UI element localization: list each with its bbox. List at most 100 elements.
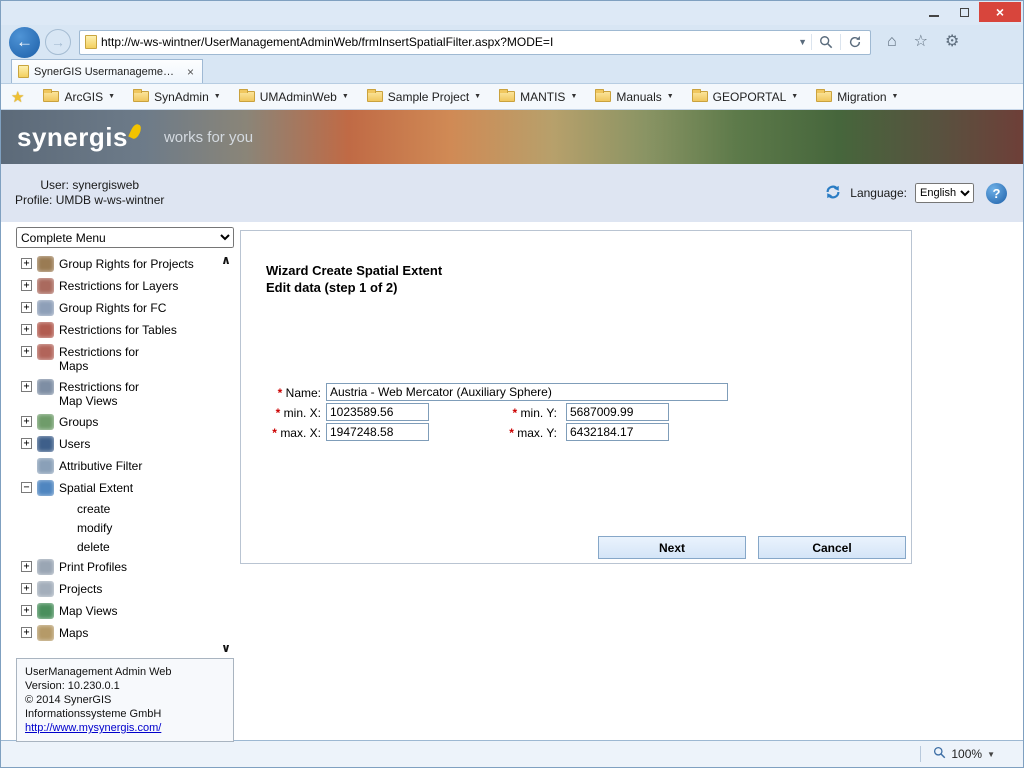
sidebar-tree-item[interactable]: create — [16, 499, 217, 518]
attributive-filter-icon — [37, 458, 54, 474]
favorites-bar-item[interactable]: ArcGIS ▼ — [34, 87, 124, 107]
name-label: * Name: — [278, 386, 321, 400]
favorites-bar-item[interactable]: GEOPORTAL ▼ — [683, 87, 808, 107]
favorites-bar-item[interactable]: SynAdmin ▼ — [124, 87, 230, 107]
tree-scrollbar[interactable]: ∧ ∨ — [218, 253, 234, 655]
sidebar-tree-item[interactable]: modify — [16, 518, 217, 537]
reload-page-icon[interactable] — [824, 183, 842, 204]
expand-icon[interactable] — [21, 346, 32, 357]
name-input[interactable] — [326, 383, 728, 401]
help-button[interactable]: ? — [986, 183, 1007, 204]
minimize-button[interactable] — [919, 2, 949, 22]
favorites-bar-item[interactable]: Sample Project ▼ — [358, 87, 490, 107]
expand-icon[interactable] — [21, 583, 32, 594]
minimize-icon — [929, 15, 939, 17]
favorites-bar-item[interactable]: UMAdminWeb ▼ — [230, 87, 358, 107]
url-input[interactable] — [101, 35, 794, 49]
profile-label: Profile: — [15, 193, 52, 207]
sidebar-item-label: Restrictions for Tables — [59, 322, 177, 337]
sidebar-item-label: Group Rights for FC — [59, 300, 166, 315]
browser-tab[interactable]: SynerGIS Usermanagement ... × — [11, 59, 203, 83]
sidebar-tree-item[interactable]: Print Profiles — [16, 556, 217, 578]
search-icon[interactable] — [816, 35, 836, 49]
max-y-input[interactable] — [566, 423, 669, 441]
forward-button[interactable]: → — [45, 29, 71, 55]
tab-bar: SynerGIS Usermanagement ... × — [1, 59, 1023, 84]
autocomplete-caret-icon[interactable]: ▼ — [798, 37, 807, 47]
menu-mode-select[interactable]: Complete Menu — [16, 227, 234, 248]
expand-icon[interactable] — [21, 381, 32, 392]
sidebar-tree-item[interactable]: Groups — [16, 411, 217, 433]
zoom-control[interactable]: 100% ▼ — [933, 746, 995, 762]
favorites-items: ArcGIS ▼ SynAdmin ▼ UMAdminWeb ▼ Sample … — [34, 87, 907, 107]
expand-icon[interactable] — [21, 438, 32, 449]
min-y-label: * min. Y: — [513, 406, 557, 420]
address-bar[interactable]: ▼ — [79, 30, 871, 55]
sidebar-tree-item[interactable]: Group Rights for FC — [16, 297, 217, 319]
expand-icon[interactable] — [21, 627, 32, 638]
expand-icon[interactable] — [21, 605, 32, 616]
refresh-icon[interactable] — [845, 35, 865, 49]
map-views-icon — [37, 603, 54, 619]
favorites-bar-item[interactable]: MANTIS ▼ — [490, 87, 586, 107]
sidebar-tree-item[interactable]: Users — [16, 433, 217, 455]
next-button[interactable]: Next — [598, 536, 746, 559]
sidebar-tree-item[interactable]: delete — [16, 537, 217, 556]
maximize-button[interactable] — [949, 2, 979, 22]
expand-icon[interactable] — [21, 280, 32, 291]
sidebar-tree-item[interactable]: Group Rights for Projects — [16, 253, 217, 275]
min-y-input[interactable] — [566, 403, 669, 421]
sidebar-tree-item[interactable]: Projects — [16, 578, 217, 600]
projects-icon — [37, 581, 54, 597]
favorites-star-icon[interactable]: ★ — [11, 88, 24, 106]
close-button[interactable]: × — [979, 2, 1021, 22]
favorites-icon[interactable]: ☆ — [914, 34, 928, 50]
sidebar-tree-item[interactable]: Restrictions for Layers — [16, 275, 217, 297]
title-bar[interactable]: × — [1, 1, 1023, 25]
expand-icon[interactable] — [21, 324, 32, 335]
scroll-up-icon[interactable]: ∧ — [221, 253, 231, 267]
language-select[interactable]: English — [915, 183, 974, 203]
sidebar-item-label: Spatial Extent — [59, 480, 133, 495]
user-label: User: — [40, 178, 69, 192]
cancel-button[interactable]: Cancel — [758, 536, 906, 559]
expand-icon[interactable] — [21, 561, 32, 572]
chevron-down-icon: ▼ — [570, 93, 577, 100]
sidebar-tree-item[interactable]: Restrictions for Tables — [16, 319, 217, 341]
max-x-input[interactable] — [326, 423, 429, 441]
sidebar-tree-item[interactable]: Attributive Filter — [16, 455, 217, 477]
sidebar-tree-item[interactable]: Restrictions for Maps — [16, 341, 217, 376]
min-x-input[interactable] — [326, 403, 429, 421]
users-icon — [37, 436, 54, 452]
expand-icon[interactable] — [21, 302, 32, 313]
home-icon[interactable]: ⌂ — [887, 34, 897, 50]
expand-icon[interactable] — [21, 258, 32, 269]
divider — [840, 34, 841, 50]
chevron-down-icon: ▼ — [791, 93, 798, 100]
tab-favicon — [18, 65, 29, 78]
sidebar-tree-item[interactable]: Maps — [16, 622, 217, 644]
settings-icon[interactable]: ⚙ — [945, 34, 959, 50]
favorites-bar: ★ ArcGIS ▼ SynAdmin ▼ UMAdminWeb ▼ Sampl… — [1, 84, 1023, 110]
expand-icon[interactable] — [21, 482, 32, 493]
sidebar-tree-item[interactable]: Spatial Extent — [16, 477, 217, 499]
favorite-label: Sample Project — [388, 90, 469, 104]
scroll-down-icon[interactable]: ∨ — [221, 641, 231, 655]
favorite-label: SynAdmin — [154, 90, 209, 104]
main-content: Complete Menu Group Rights for Projects … — [1, 222, 1023, 740]
chevron-down-icon: ▼ — [667, 93, 674, 100]
tab-close-icon[interactable]: × — [185, 65, 196, 79]
favorite-label: MANTIS — [520, 90, 565, 104]
back-button[interactable]: ← — [9, 27, 40, 58]
sidebar-tree-item[interactable]: Restrictions for Map Views — [16, 376, 217, 411]
print-profiles-icon — [37, 559, 54, 575]
favorites-bar-item[interactable]: Manuals ▼ — [586, 87, 682, 107]
website-link[interactable]: http://www.mysynergis.com/ — [25, 722, 161, 734]
groups-icon — [37, 414, 54, 430]
spatial-extent-icon — [37, 480, 54, 496]
folder-icon — [595, 91, 611, 102]
expand-icon[interactable] — [21, 416, 32, 427]
favorites-bar-item[interactable]: Migration ▼ — [807, 87, 907, 107]
sidebar-tree-item[interactable]: Map Views — [16, 600, 217, 622]
min-x-label: * min. X: — [276, 406, 321, 420]
